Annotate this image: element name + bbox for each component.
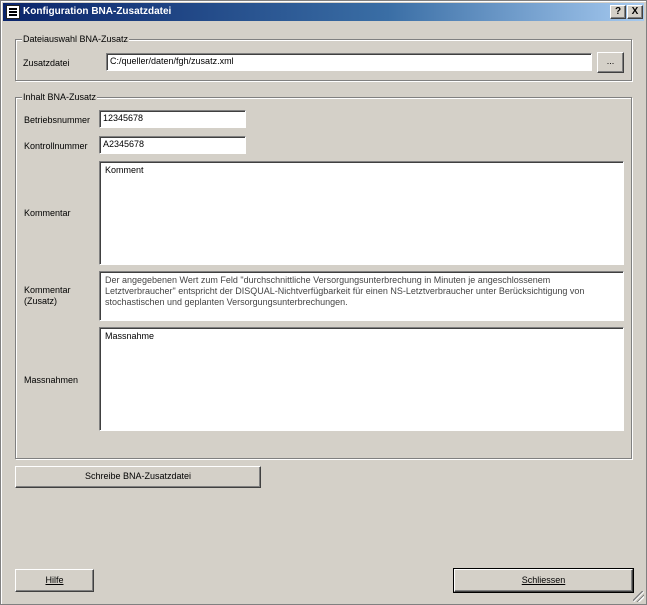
massnahmen-label: Massnahmen [24,375,79,385]
kommentar-textarea[interactable]: Komment [99,161,624,265]
zusatzdatei-input[interactable]: C:/queller/daten/fgh/zusatz.xml [106,53,592,71]
inhalt-legend: Inhalt BNA-Zusatz [22,92,98,102]
help-button-label: Hilfe [45,575,64,585]
help-button[interactable]: Hilfe [15,569,94,592]
app-icon [6,5,20,19]
dateiauswahl-legend: Dateiauswahl BNA-Zusatz [22,34,130,44]
betriebsnummer-label: Betriebsnummer [24,115,91,125]
help-title-button[interactable]: ? [610,5,626,19]
dialog-window: Konfiguration BNA-Zusatzdatei ? X Dateia… [0,0,647,605]
write-bna-file-button[interactable]: Schreibe BNA-Zusatzdatei [15,466,261,488]
close-title-button[interactable]: X [627,5,643,19]
resize-grip-icon[interactable] [633,591,644,602]
betriebsnummer-input[interactable]: 12345678 [99,110,246,128]
kommentar-zusatz-textarea[interactable]: Der angegebenen Wert zum Feld "durchschn… [99,271,624,321]
kommentar-label: Kommentar [24,208,71,218]
kontrollnummer-input[interactable]: A2345678 [99,136,246,154]
zusatzdatei-label: Zusatzdatei [23,58,70,68]
window-title: Konfiguration BNA-Zusatzdatei [23,6,172,17]
kommentar-zusatz-label: Kommentar (Zusatz) [24,285,71,306]
kontrollnummer-label: Kontrollnummer [24,141,88,151]
massnahmen-textarea[interactable]: Massnahme [99,327,624,431]
title-bar[interactable]: Konfiguration BNA-Zusatzdatei ? X [3,3,644,21]
close-button[interactable]: Schliessen [453,568,634,593]
browse-button[interactable]: ... [597,52,624,73]
close-button-label: Schliessen [521,575,566,585]
